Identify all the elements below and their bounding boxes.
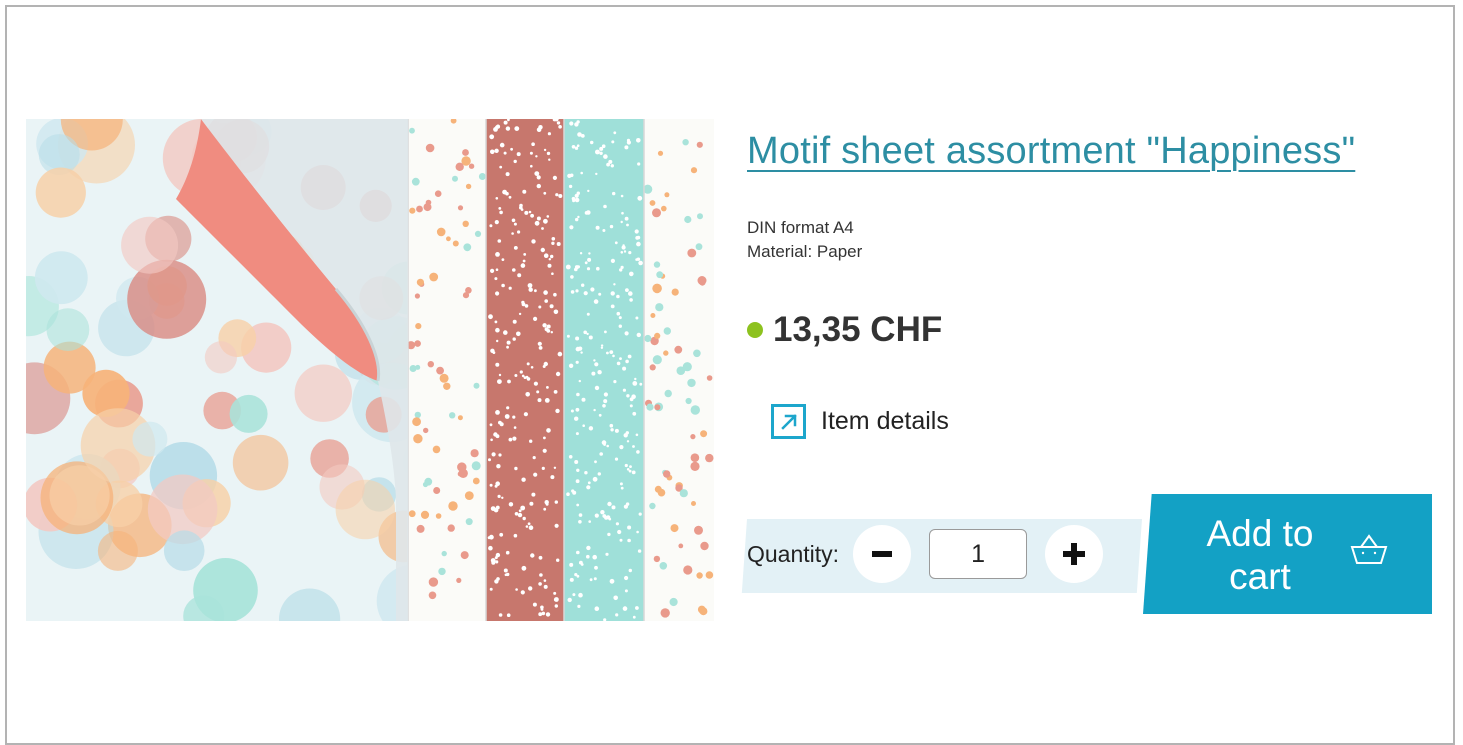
basket-icon (1350, 534, 1388, 564)
plus-icon (1063, 543, 1086, 565)
attribute-format: DIN format A4 (747, 218, 854, 237)
item-details-label: Item details (821, 407, 949, 435)
quantity-label: Quantity: (747, 540, 840, 567)
product-attributes: DIN format A4 Material: Paper (747, 216, 862, 264)
add-to-cart-button[interactable]: Add to cart (1143, 494, 1432, 614)
quantity-input[interactable] (929, 529, 1028, 579)
add-to-cart-label-line1: Add to (1206, 513, 1314, 554)
attribute-material: Material: Paper (747, 242, 863, 261)
product-image[interactable] (26, 119, 714, 621)
availability-dot-icon (747, 322, 763, 338)
quantity-selector: Quantity: (747, 523, 1104, 585)
product-price: 13,35 CHF (773, 310, 943, 349)
product-title[interactable]: Motif sheet assortment "Happiness" (747, 130, 1360, 173)
add-to-cart-label-line2: cart (1229, 556, 1291, 597)
item-details-link[interactable]: Item details (771, 404, 949, 439)
external-arrow-icon (771, 404, 806, 439)
decrease-quantity-button[interactable] (853, 525, 912, 583)
minus-icon (872, 551, 893, 557)
price-row: 13,35 CHF (747, 310, 942, 350)
increase-quantity-button[interactable] (1045, 525, 1104, 583)
add-to-cart-label: Add to cart (1189, 512, 1331, 598)
